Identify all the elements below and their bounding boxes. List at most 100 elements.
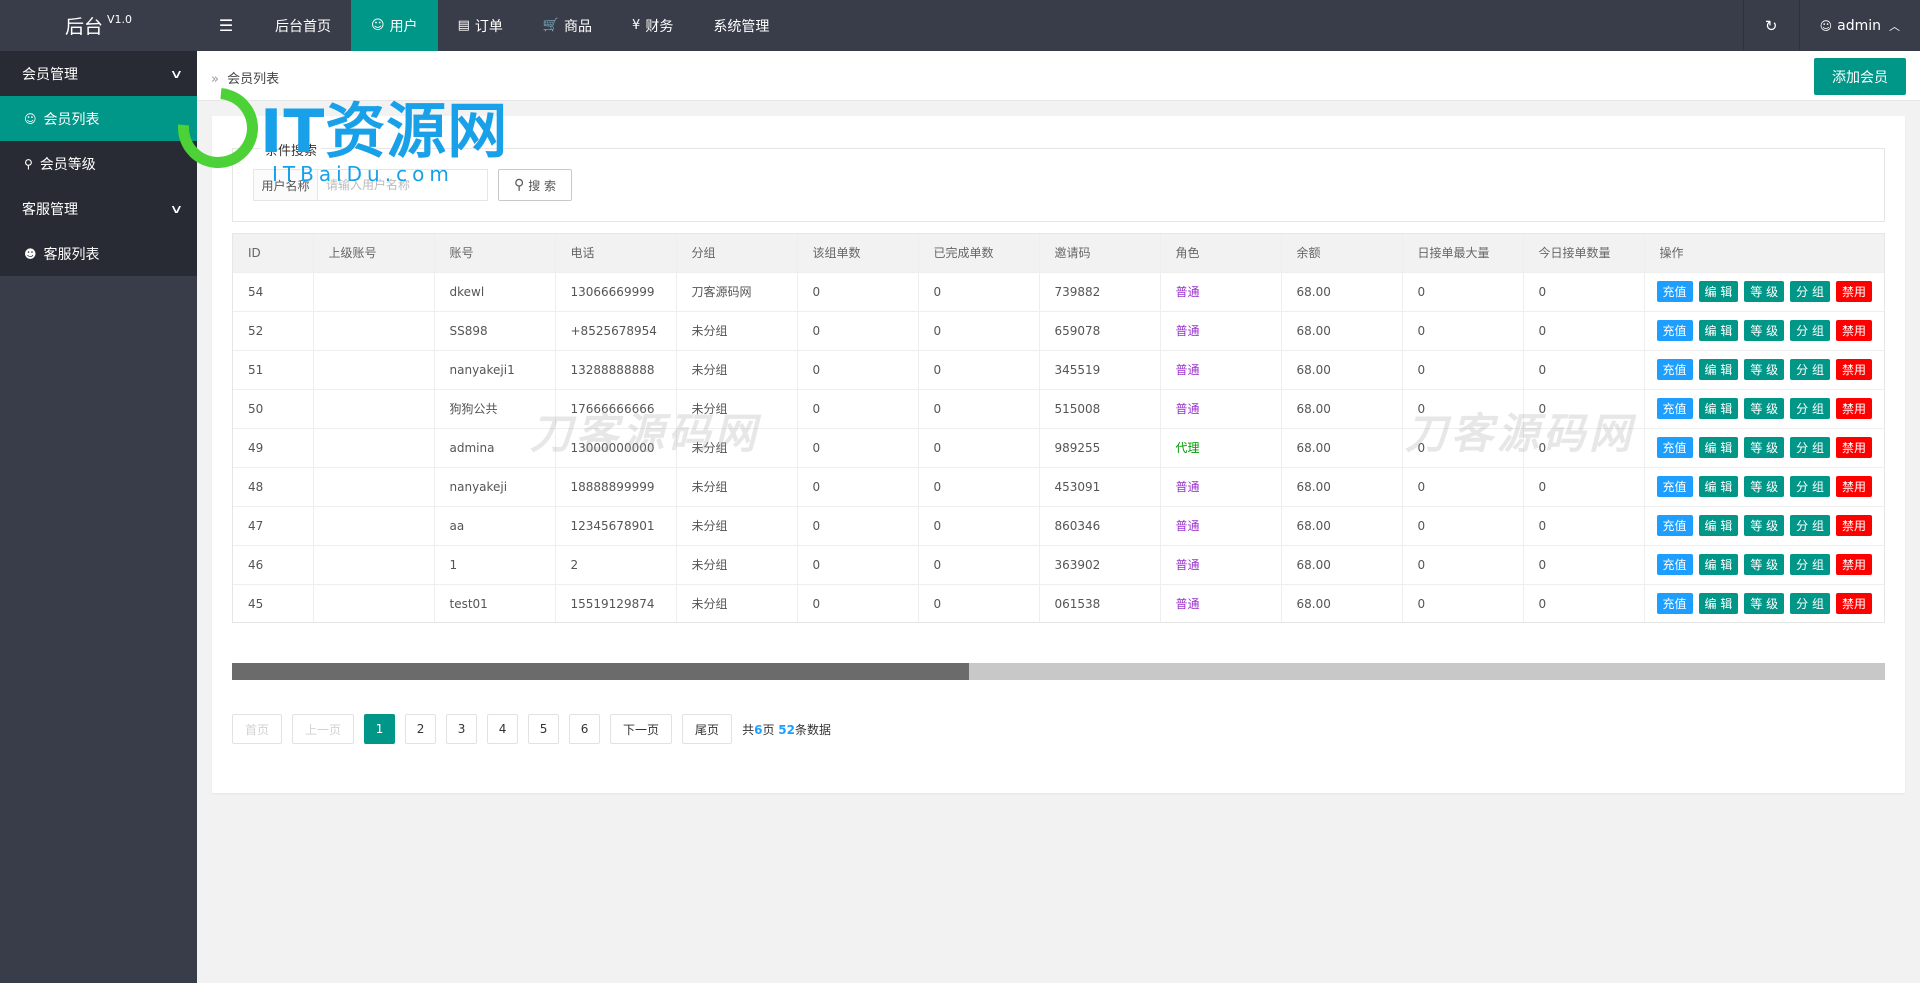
cell-group-orders: 0 xyxy=(797,584,919,622)
edit-button[interactable]: 编 辑 xyxy=(1698,398,1739,419)
disable-button[interactable]: 禁用 xyxy=(1836,554,1873,575)
user-menu[interactable]: ☺ admin ︿ xyxy=(1798,0,1920,51)
page-6-button[interactable]: 6 xyxy=(569,714,601,744)
cell-done: 0 xyxy=(918,272,1040,312)
level-button[interactable]: 等 级 xyxy=(1744,320,1785,341)
group-button[interactable]: 分 组 xyxy=(1790,359,1830,380)
cell-daily-max: 0 xyxy=(1402,467,1524,507)
disable-button[interactable]: 禁用 xyxy=(1836,476,1873,497)
row-action-buttons: 充值编 辑等 级分 组禁用 xyxy=(1656,593,1885,614)
recharge-button[interactable]: 充值 xyxy=(1656,359,1693,380)
nav-finance[interactable]: ¥ 财务 xyxy=(612,0,693,51)
level-button[interactable]: 等 级 xyxy=(1744,281,1785,302)
cell-balance: 68.00 xyxy=(1281,272,1403,312)
level-button[interactable]: 等 级 xyxy=(1744,593,1785,614)
cell-daily-max: 0 xyxy=(1402,311,1524,351)
edit-button[interactable]: 编 辑 xyxy=(1698,320,1739,341)
edit-button[interactable]: 编 辑 xyxy=(1698,281,1739,302)
group-button[interactable]: 分 组 xyxy=(1790,476,1830,497)
chevron-down-icon: ∨ xyxy=(169,201,184,216)
group-button[interactable]: 分 组 xyxy=(1790,320,1830,341)
edit-button[interactable]: 编 辑 xyxy=(1698,437,1739,458)
cell-today: 0 xyxy=(1523,545,1645,585)
disable-button[interactable]: 禁用 xyxy=(1836,593,1873,614)
nav-home[interactable]: 后台首页 xyxy=(255,0,351,51)
horizontal-scrollbar[interactable] xyxy=(232,663,1885,680)
level-button[interactable]: 等 级 xyxy=(1744,476,1785,497)
level-button[interactable]: 等 级 xyxy=(1744,515,1785,536)
edit-button[interactable]: 编 辑 xyxy=(1698,476,1739,497)
top-navbar: 后台 V1.0 ☰ 后台首页 ☺ 用户 ▤ 订单 🛒 商品 ¥ 财务 系统管理 ↻ ☺ a… xyxy=(0,0,1920,51)
watermark-text: IT资源网 xyxy=(260,97,509,167)
group-button[interactable]: 分 组 xyxy=(1790,515,1830,536)
sidebar-item-service-list[interactable]: ☻ 客服列表 xyxy=(0,231,197,276)
edit-button[interactable]: 编 辑 xyxy=(1698,554,1739,575)
cell-done: 0 xyxy=(918,350,1040,390)
recharge-button[interactable]: 充值 xyxy=(1656,398,1693,419)
add-member-button[interactable]: 添加会员 xyxy=(1814,58,1906,95)
table-row: 47 aa 12345678901 未分组 0 0 860346 普通 68.00 0 0 充值编 辑… xyxy=(233,506,1884,546)
next-page-button[interactable]: 下一页 xyxy=(610,714,673,744)
recharge-button[interactable]: 充值 xyxy=(1656,476,1693,497)
scrollbar-thumb[interactable] xyxy=(232,663,970,680)
column-header: 电话 xyxy=(555,234,677,273)
level-button[interactable]: 等 级 xyxy=(1744,359,1785,380)
menu-toggle-button[interactable]: ☰ xyxy=(197,0,255,51)
refresh-button[interactable]: ↻ xyxy=(1742,0,1799,51)
disable-button[interactable]: 禁用 xyxy=(1836,437,1873,458)
prev-page-button[interactable]: 上一页 xyxy=(292,714,355,744)
nav-products[interactable]: 🛒 商品 xyxy=(523,0,612,51)
group-button[interactable]: 分 组 xyxy=(1790,554,1830,575)
edit-button[interactable]: 编 辑 xyxy=(1698,593,1739,614)
sidebar-item-member-level[interactable]: ⚲ 会员等级 xyxy=(0,141,197,186)
page-1-button[interactable]: 1 xyxy=(364,714,396,744)
nav-orders[interactable]: ▤ 订单 xyxy=(438,0,523,51)
column-header: 分组 xyxy=(676,234,798,273)
nav-system[interactable]: 系统管理 xyxy=(693,0,789,51)
cell-balance: 68.00 xyxy=(1281,545,1403,585)
recharge-button[interactable]: 充值 xyxy=(1656,437,1693,458)
cell-invite: 989255 xyxy=(1039,428,1161,468)
level-button[interactable]: 等 级 xyxy=(1744,398,1785,419)
first-page-button[interactable]: 首页 xyxy=(232,714,283,744)
disable-button[interactable]: 禁用 xyxy=(1836,515,1873,536)
disable-button[interactable]: 禁用 xyxy=(1836,359,1873,380)
cell-role: 普通 xyxy=(1160,350,1282,390)
level-button[interactable]: 等 级 xyxy=(1744,554,1785,575)
sidebar-group-members[interactable]: 会员管理 ∨ xyxy=(0,51,197,96)
sidebar-item-member-list[interactable]: ☺ 会员列表 xyxy=(0,96,197,141)
nav-users-label: 用户 xyxy=(389,18,418,35)
page-3-button[interactable]: 3 xyxy=(446,714,478,744)
disable-button[interactable]: 禁用 xyxy=(1836,281,1873,302)
menu-icon: ☰ xyxy=(218,16,234,35)
cell-group-orders: 0 xyxy=(797,272,919,312)
recharge-button[interactable]: 充值 xyxy=(1656,320,1693,341)
recharge-button[interactable]: 充值 xyxy=(1656,281,1693,302)
cell-id: 47 xyxy=(233,506,314,546)
disable-button[interactable]: 禁用 xyxy=(1836,398,1873,419)
group-button[interactable]: 分 组 xyxy=(1790,281,1830,302)
nav-home-label: 后台首页 xyxy=(275,18,331,35)
nav-users[interactable]: ☺ 用户 xyxy=(351,0,438,51)
recharge-button[interactable]: 充值 xyxy=(1656,593,1693,614)
sidebar-group-service[interactable]: 客服管理 ∨ xyxy=(0,186,197,231)
group-button[interactable]: 分 组 xyxy=(1790,398,1830,419)
edit-button[interactable]: 编 辑 xyxy=(1698,359,1739,380)
group-button[interactable]: 分 组 xyxy=(1790,593,1830,614)
page-4-button[interactable]: 4 xyxy=(487,714,519,744)
last-page-button[interactable]: 尾页 xyxy=(682,714,733,744)
recharge-button[interactable]: 充值 xyxy=(1656,554,1693,575)
cell-daily-max: 0 xyxy=(1402,545,1524,585)
cell-today: 0 xyxy=(1523,467,1645,507)
group-button[interactable]: 分 组 xyxy=(1790,437,1830,458)
watermark-faint-1: 刀客源码网 xyxy=(530,409,761,458)
column-header: 上级账号 xyxy=(313,234,435,273)
level-button[interactable]: 等 级 xyxy=(1744,437,1785,458)
cell-parent xyxy=(313,545,435,585)
recharge-button[interactable]: 充值 xyxy=(1656,515,1693,536)
edit-button[interactable]: 编 辑 xyxy=(1698,515,1739,536)
page-2-button[interactable]: 2 xyxy=(405,714,437,744)
page-5-button[interactable]: 5 xyxy=(528,714,560,744)
disable-button[interactable]: 禁用 xyxy=(1836,320,1873,341)
table-row: 45 test01 15519129874 未分组 0 0 061538 普通 68.00 0 0 充… xyxy=(233,584,1885,622)
